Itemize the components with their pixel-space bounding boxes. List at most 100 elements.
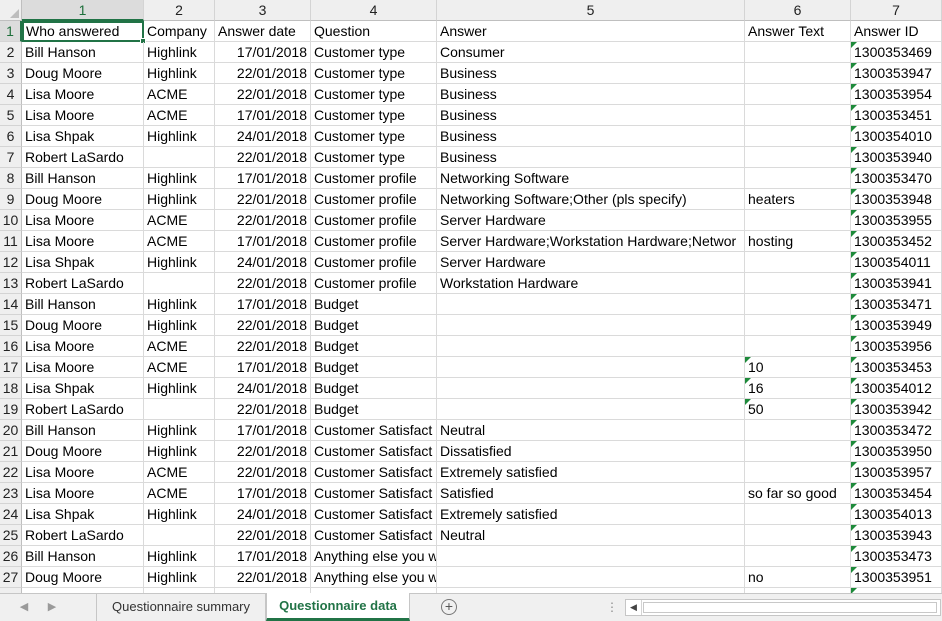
header-cell-answer-text[interactable]: Answer Text (745, 21, 851, 42)
cell-who-answered[interactable]: Lisa Moore (22, 105, 144, 126)
cell-question[interactable]: Customer profile (311, 231, 437, 252)
cell-answer-id[interactable]: 1300353948 (851, 189, 942, 210)
cell-answer-date[interactable]: 22/01/2018 (215, 567, 311, 588)
column-header-1[interactable]: 1 (22, 0, 144, 21)
cell-answer-id[interactable]: 1300353941 (851, 273, 942, 294)
row-header[interactable]: 15 (0, 315, 22, 336)
cell-who-answered[interactable]: Robert LaSardo (22, 147, 144, 168)
cell-answer-date[interactable]: 24/01/2018 (215, 504, 311, 525)
cell-company[interactable]: ACME (144, 336, 215, 357)
cell-answer-text[interactable] (745, 252, 851, 273)
cell-answer-id[interactable]: 1300353942 (851, 399, 942, 420)
column-header-7[interactable]: 7 (851, 0, 942, 21)
cell-answer-date[interactable]: 17/01/2018 (215, 546, 311, 567)
cell-answer-text[interactable] (745, 42, 851, 63)
cell-who-answered[interactable]: Doug Moore (22, 441, 144, 462)
cell-company[interactable]: ACME (144, 462, 215, 483)
cell-answer-id[interactable]: 1300353955 (851, 210, 942, 231)
cell-answer-text[interactable] (745, 210, 851, 231)
cell-question[interactable]: Customer profile (311, 252, 437, 273)
cell-who-answered[interactable]: Lisa Moore (22, 336, 144, 357)
row-header[interactable]: 3 (0, 63, 22, 84)
cell-answer[interactable]: Business (437, 63, 745, 84)
cell-answer-date[interactable]: 17/01/2018 (215, 294, 311, 315)
cell-answer-date[interactable]: 24/01/2018 (215, 252, 311, 273)
cell-question[interactable]: Customer profile (311, 168, 437, 189)
row-header[interactable]: 14 (0, 294, 22, 315)
cell-company[interactable]: ACME (144, 84, 215, 105)
row-header[interactable]: 22 (0, 462, 22, 483)
cell-answer-date[interactable]: 17/01/2018 (215, 168, 311, 189)
cell-answer-id[interactable]: 1300353943 (851, 525, 942, 546)
row-header[interactable]: 10 (0, 210, 22, 231)
cell-answer-date[interactable]: 22/01/2018 (215, 210, 311, 231)
cell-answer-id[interactable]: 1300353949 (851, 315, 942, 336)
cell-answer-text[interactable] (745, 126, 851, 147)
row-header[interactable]: 4 (0, 84, 22, 105)
cell-company[interactable]: ACME (144, 483, 215, 504)
cell-answer[interactable]: Server Hardware (437, 210, 745, 231)
cell-answer[interactable]: Neutral (437, 525, 745, 546)
cell-question[interactable]: Customer Satisfact (311, 525, 437, 546)
cell-answer[interactable]: Networking Software;Other (pls specify) (437, 189, 745, 210)
cell-answer[interactable] (437, 378, 745, 399)
cell-company[interactable]: Highlink (144, 567, 215, 588)
cell-answer-text[interactable] (745, 105, 851, 126)
cell-who-answered[interactable]: Robert LaSardo (22, 273, 144, 294)
cell-answer-text[interactable] (745, 504, 851, 525)
cell-answer[interactable]: Extremely satisfied (437, 462, 745, 483)
cell-company[interactable] (144, 525, 215, 546)
cell-question[interactable]: Customer Satisfact (311, 483, 437, 504)
cell-answer-text[interactable] (745, 420, 851, 441)
cell-answer-id[interactable]: 1300353453 (851, 357, 942, 378)
row-header[interactable]: 16 (0, 336, 22, 357)
cell-who-answered[interactable]: Lisa Shpak (22, 378, 144, 399)
cell-answer-text[interactable]: 50 (745, 399, 851, 420)
cell-who-answered[interactable]: Lisa Shpak (22, 126, 144, 147)
cell-question[interactable]: Customer type (311, 42, 437, 63)
cell-answer[interactable]: Workstation Hardware (437, 273, 745, 294)
cell-question[interactable]: Customer profile (311, 189, 437, 210)
cell-answer-id[interactable]: 1300353451 (851, 105, 942, 126)
cell-answer-id[interactable]: 1300353940 (851, 147, 942, 168)
cell-answer[interactable] (437, 315, 745, 336)
cell-who-answered[interactable]: Lisa Shpak (22, 252, 144, 273)
cell-answer-id[interactable]: 1300353452 (851, 231, 942, 252)
scroll-left-icon[interactable]: ◀ (626, 600, 642, 615)
header-cell-question[interactable]: Question (311, 21, 437, 42)
cell-answer[interactable] (437, 357, 745, 378)
row-header[interactable]: 23 (0, 483, 22, 504)
cell-answer-id[interactable]: 1300354010 (851, 126, 942, 147)
cell-answer-text[interactable] (745, 336, 851, 357)
cell-company[interactable] (144, 399, 215, 420)
plus-circle-icon[interactable]: + (441, 599, 457, 615)
cell-company[interactable]: Highlink (144, 315, 215, 336)
cell-who-answered[interactable]: Lisa Moore (22, 357, 144, 378)
cell-question[interactable]: Budget (311, 315, 437, 336)
scrollbar-thumb[interactable] (643, 602, 937, 613)
cell-answer-date[interactable]: 22/01/2018 (215, 399, 311, 420)
cell-question[interactable]: Customer profile (311, 273, 437, 294)
cell-answer[interactable] (437, 546, 745, 567)
cell-answer-text[interactable] (745, 315, 851, 336)
cell-question[interactable]: Budget (311, 378, 437, 399)
cell-question[interactable]: Customer type (311, 84, 437, 105)
cell-answer-date[interactable]: 17/01/2018 (215, 105, 311, 126)
cell-answer[interactable] (437, 399, 745, 420)
row-header[interactable]: 1 (0, 21, 22, 42)
cell-answer[interactable]: Business (437, 105, 745, 126)
row-header[interactable]: 19 (0, 399, 22, 420)
cell-who-answered[interactable]: Bill Hanson (22, 168, 144, 189)
cell-answer[interactable]: Dissatisfied (437, 441, 745, 462)
cell-who-answered[interactable]: Robert LaSardo (22, 399, 144, 420)
cell-company[interactable]: Highlink (144, 252, 215, 273)
horizontal-scrollbar[interactable]: ◀ (625, 599, 941, 616)
cell-who-answered[interactable]: Doug Moore (22, 567, 144, 588)
row-header[interactable]: 11 (0, 231, 22, 252)
cell-answer[interactable]: Server Hardware (437, 252, 745, 273)
cell-answer[interactable]: Business (437, 147, 745, 168)
cell-question[interactable]: Customer type (311, 126, 437, 147)
cell-company[interactable]: Highlink (144, 420, 215, 441)
column-header-4[interactable]: 4 (311, 0, 437, 21)
cell-answer-date[interactable]: 22/01/2018 (215, 525, 311, 546)
